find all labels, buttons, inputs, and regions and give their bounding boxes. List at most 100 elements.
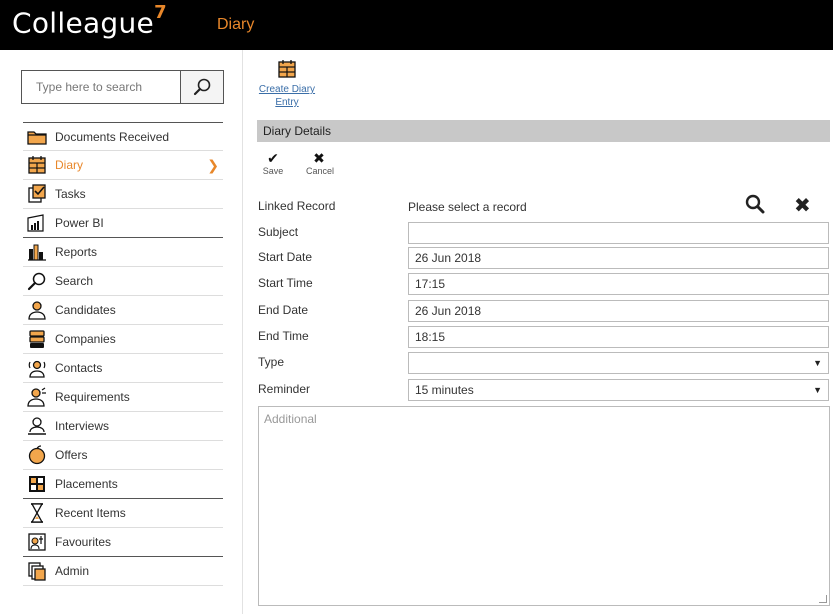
sidebar-item-label: Contacts bbox=[55, 361, 103, 375]
placement-icon bbox=[27, 474, 47, 494]
close-icon: ✖ bbox=[313, 150, 325, 166]
sidebar-item-label: Interviews bbox=[55, 419, 110, 433]
sidebar-item-label: Offers bbox=[55, 448, 88, 462]
sidebar: Documents Received Diary ❯ Tasks Power B… bbox=[0, 50, 243, 614]
sidebar-item-label: Reports bbox=[55, 245, 98, 259]
tasks-icon bbox=[27, 184, 47, 204]
sidebar-item-label: Admin bbox=[55, 564, 90, 578]
sidebar-item-label: Requirements bbox=[55, 390, 130, 404]
linked-record-value: Please select a record bbox=[408, 200, 527, 214]
sidebar-item-search[interactable]: Search bbox=[23, 267, 223, 296]
cancel-button[interactable]: ✖ Cancel bbox=[306, 150, 334, 176]
subject-row: Subject bbox=[258, 222, 829, 244]
sidebar-item-label: Recent Items bbox=[55, 506, 126, 520]
chevron-right-icon: ❯ bbox=[207, 157, 219, 173]
sidebar-item-label: Tasks bbox=[55, 187, 86, 201]
favourites-icon bbox=[27, 532, 47, 552]
dropdown-arrow-icon: ▼ bbox=[813, 385, 822, 395]
apple-icon bbox=[27, 445, 47, 465]
search-box bbox=[21, 70, 224, 104]
sidebar-item-requirements[interactable]: Requirements bbox=[23, 383, 223, 412]
end-time-label: End Time bbox=[258, 329, 309, 343]
magnifier-icon bbox=[27, 271, 47, 291]
resize-handle[interactable] bbox=[819, 595, 827, 603]
additional-textarea[interactable]: Additional bbox=[258, 406, 830, 606]
requirement-icon bbox=[27, 387, 47, 407]
sidebar-item-companies[interactable]: Companies bbox=[23, 325, 223, 354]
hourglass-icon bbox=[27, 503, 47, 523]
sidebar-item-documents-received[interactable]: Documents Received bbox=[23, 122, 223, 151]
folder-icon bbox=[27, 127, 47, 147]
magnifier-icon bbox=[193, 78, 211, 96]
sidebar-item-reports[interactable]: Reports bbox=[23, 238, 223, 267]
sidebar-item-label: Placements bbox=[55, 477, 118, 491]
create-diary-entry-button[interactable]: Create Diary Entry bbox=[257, 60, 317, 109]
sidebar-item-tasks[interactable]: Tasks bbox=[23, 180, 223, 209]
additional-placeholder: Additional bbox=[264, 412, 317, 426]
sidebar-item-label: Companies bbox=[55, 332, 116, 346]
sidebar-item-interviews[interactable]: Interviews bbox=[23, 412, 223, 441]
start-time-input[interactable]: 17:15 bbox=[408, 273, 829, 295]
end-date-label: End Date bbox=[258, 303, 309, 317]
reminder-select[interactable]: 15 minutes ▼ bbox=[408, 379, 829, 401]
subject-label: Subject bbox=[258, 225, 299, 239]
sidebar-item-candidates[interactable]: Candidates bbox=[23, 296, 223, 325]
type-row: Type ▼ bbox=[258, 352, 829, 374]
check-icon: ✔ bbox=[267, 150, 279, 166]
calendar-icon bbox=[278, 60, 296, 78]
sidebar-item-placements[interactable]: Placements bbox=[23, 470, 223, 499]
create-diary-entry-label[interactable]: Create Diary Entry bbox=[257, 83, 317, 109]
sidebar-nav: Documents Received Diary ❯ Tasks Power B… bbox=[23, 122, 223, 586]
sidebar-item-diary[interactable]: Diary ❯ bbox=[23, 151, 223, 180]
sidebar-item-recent-items[interactable]: Recent Items bbox=[23, 499, 223, 528]
sidebar-item-label: Search bbox=[55, 274, 94, 288]
end-time-row: End Time 18:15 bbox=[258, 326, 829, 348]
sidebar-item-favourites[interactable]: Favourites bbox=[23, 528, 223, 557]
interview-icon bbox=[27, 416, 47, 436]
end-date-row: End Date 26 Jun 2018 bbox=[258, 300, 829, 322]
search-button[interactable] bbox=[180, 71, 223, 103]
clear-record-icon[interactable]: ✖ bbox=[794, 193, 811, 218]
main-content: Create Diary Entry Diary Details ✔ Save ✖… bbox=[243, 50, 833, 614]
reminder-select-value: 15 minutes bbox=[415, 383, 474, 397]
linked-record-label: Linked Record bbox=[258, 199, 336, 213]
sidebar-item-offers[interactable]: Offers bbox=[23, 441, 223, 470]
sidebar-item-label: Power BI bbox=[55, 216, 104, 230]
linked-record-row: Linked Record Please select a record ✖ bbox=[258, 193, 829, 218]
search-input[interactable] bbox=[22, 71, 182, 103]
building-icon bbox=[27, 329, 47, 349]
start-date-row: Start Date 26 Jun 2018 bbox=[258, 247, 829, 269]
sidebar-item-contacts[interactable]: Contacts bbox=[23, 354, 223, 383]
subject-input[interactable] bbox=[408, 222, 829, 244]
person-icon bbox=[27, 300, 47, 320]
reminder-label: Reminder bbox=[258, 382, 311, 396]
type-select[interactable]: ▼ bbox=[408, 352, 829, 374]
admin-icon bbox=[27, 561, 47, 581]
dropdown-arrow-icon: ▼ bbox=[813, 358, 822, 368]
sidebar-item-label: Favourites bbox=[55, 535, 112, 549]
start-date-label: Start Date bbox=[258, 250, 313, 264]
bar-chart-icon bbox=[27, 242, 47, 262]
sidebar-item-label: Documents Received bbox=[55, 129, 170, 144]
top-bar: Colleague7 Diary bbox=[0, 0, 833, 50]
type-label: Type bbox=[258, 355, 285, 369]
sidebar-item-admin[interactable]: Admin bbox=[23, 557, 223, 586]
sidebar-item-label: Diary bbox=[55, 158, 84, 172]
save-button[interactable]: ✔ Save bbox=[260, 150, 286, 176]
start-time-label: Start Time bbox=[258, 276, 313, 290]
reminder-row: Reminder 15 minutes ▼ bbox=[258, 379, 829, 401]
start-date-input[interactable]: 26 Jun 2018 bbox=[408, 247, 829, 269]
sidebar-item-label: Candidates bbox=[55, 303, 116, 317]
panel-title: Diary Details bbox=[257, 120, 830, 142]
start-time-row: Start Time 17:15 bbox=[258, 273, 829, 295]
form-toolbar: ✔ Save ✖ Cancel bbox=[260, 150, 334, 176]
end-time-input[interactable]: 18:15 bbox=[408, 326, 829, 348]
app-logo[interactable]: Colleague7 bbox=[12, 2, 167, 39]
power-bi-icon bbox=[27, 213, 47, 233]
calendar-icon bbox=[27, 155, 47, 175]
section-title: Diary bbox=[217, 16, 255, 33]
end-date-input[interactable]: 26 Jun 2018 bbox=[408, 300, 829, 322]
sidebar-item-power-bi[interactable]: Power BI bbox=[23, 209, 223, 238]
contact-icon bbox=[27, 358, 47, 378]
search-record-icon[interactable] bbox=[745, 194, 765, 217]
